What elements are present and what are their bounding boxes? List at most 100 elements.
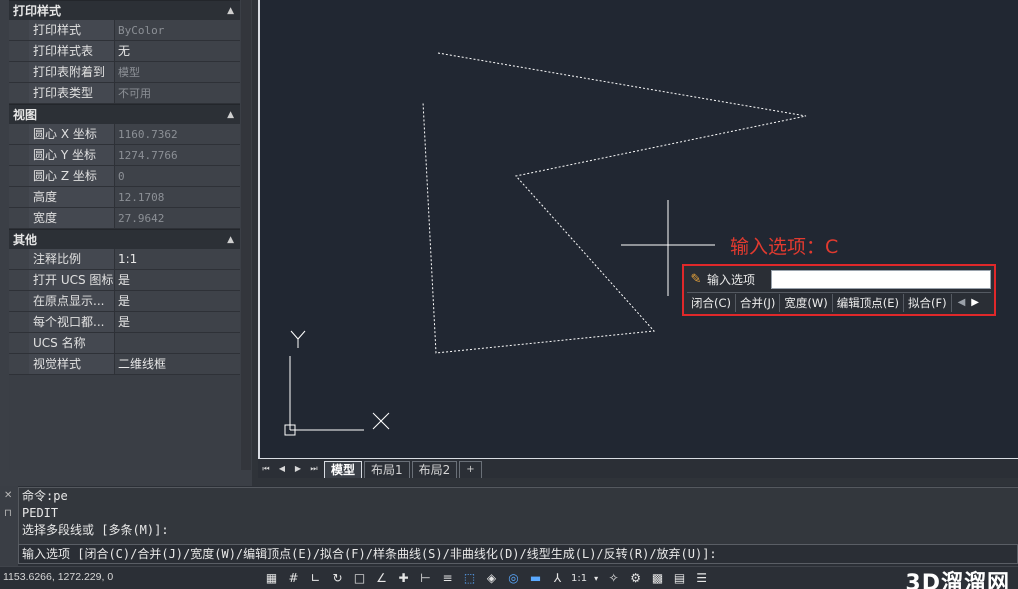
property-value[interactable]: 0 — [115, 166, 240, 186]
row-gutter — [9, 249, 29, 269]
property-value[interactable]: 模型 — [115, 62, 240, 82]
annotation-icon[interactable]: ⅄ — [549, 570, 566, 587]
grid-icon[interactable]: # — [285, 570, 302, 587]
layout-tabs-bar: ⏮ ◀ ▶ ⏭ 模型 布局1 布局2 + — [258, 458, 1018, 478]
property-row[interactable]: 打开 UCS 图标是 — [9, 270, 240, 291]
option-button[interactable]: 合并(J) — [736, 293, 781, 312]
prompt-annotation: 输入选项：C — [730, 236, 839, 258]
dynamic-input-options: 闭合(C) 合并(J) 宽度(W) 编辑顶点(E) 拟合(F) ◀ ▶ — [687, 292, 991, 312]
snap-tracking-icon[interactable]: ⊢ — [417, 570, 434, 587]
history-line: PEDIT — [22, 506, 59, 520]
layers-icon[interactable]: ◈ — [483, 570, 500, 587]
section-header[interactable]: 打印样式 ▲ — [9, 0, 240, 20]
object-snap-icon[interactable]: ✚ — [395, 570, 412, 587]
annotation-scale[interactable]: 1:1 — [571, 570, 587, 587]
prev-tab-icon[interactable]: ◀ — [274, 460, 290, 478]
drawing-area[interactable]: 输入选项：C ✎ 输入选项 闭合(C) 合并(J) 宽度(W) 编辑顶点(E) 拟合(F… — [258, 0, 1018, 458]
close-icon[interactable]: ✕ — [4, 490, 12, 501]
menu-icon[interactable]: ☰ — [693, 570, 710, 587]
collapse-icon[interactable]: ▲ — [227, 230, 234, 250]
property-row[interactable]: 打印样式表无 — [9, 41, 240, 62]
property-row[interactable]: 每个视口都... 是 — [9, 312, 240, 333]
property-value[interactable]: 是 — [115, 270, 240, 290]
viewport-icon[interactable]: ▬ — [527, 570, 544, 587]
dynamic-input-label: 输入选项 — [707, 273, 756, 287]
option-button[interactable]: 拟合(F) — [904, 293, 952, 312]
property-name: 宽度 — [29, 208, 115, 228]
property-row[interactable]: 宽度 27.9642 — [9, 208, 240, 229]
row-gutter — [9, 83, 29, 103]
collapse-icon[interactable]: ▲ — [227, 1, 234, 21]
property-value[interactable]: 1160.7362 — [115, 124, 240, 144]
row-gutter — [9, 41, 29, 61]
property-row[interactable]: 高度 12.1708 — [9, 187, 240, 208]
row-gutter — [9, 145, 29, 165]
property-row[interactable]: 打印表附着到 模型 — [9, 62, 240, 83]
layout-tab[interactable]: 布局2 — [411, 461, 458, 478]
pin-icon[interactable]: ⊓ — [4, 508, 12, 519]
property-value[interactable]: 是 — [115, 312, 240, 332]
property-name: 圆心 Y 坐标 — [29, 145, 115, 165]
snap-icon[interactable]: ∟ — [307, 570, 324, 587]
options-left-icon[interactable]: ◀ — [958, 297, 966, 308]
options-right-icon[interactable]: ▶ — [971, 297, 979, 308]
tab-list: 模型 布局1 布局2 — [322, 461, 458, 478]
workspace-icon[interactable]: ✧ — [605, 570, 622, 587]
property-value[interactable]: ByColor — [115, 20, 240, 40]
hardware-icon[interactable]: ▤ — [671, 570, 688, 587]
settings-icon[interactable]: ⚙ — [627, 570, 644, 587]
first-tab-icon[interactable]: ⏮ — [258, 460, 274, 478]
property-row[interactable]: 打印表类型 不可用 — [9, 83, 240, 104]
pen-icon: ✎ — [690, 272, 702, 287]
last-tab-icon[interactable]: ⏭ — [306, 460, 322, 478]
option-button[interactable]: 编辑顶点(E) — [833, 293, 904, 312]
property-row[interactable]: 圆心 Z 坐标 0 — [9, 166, 240, 187]
ortho-icon[interactable]: □ — [351, 570, 368, 587]
dynamic-input-box: ✎ 输入选项 闭合(C) 合并(J) 宽度(W) 编辑顶点(E) 拟合(F) ◀ ▶ — [682, 264, 996, 316]
chevron-down-icon[interactable]: ▾ — [592, 570, 600, 587]
property-row[interactable]: UCS 名称 — [9, 333, 240, 354]
model-space-icon[interactable]: ▦ — [263, 570, 280, 587]
section-header[interactable]: 视图 ▲ — [9, 104, 240, 124]
property-value[interactable]: 27.9642 — [115, 208, 240, 228]
property-row[interactable]: 圆心 X 坐标 1160.7362 — [9, 124, 240, 145]
property-row[interactable]: 圆心 Y 坐标 1274.7766 — [9, 145, 240, 166]
zoom-icon[interactable]: ◎ — [505, 570, 522, 587]
property-value[interactable] — [115, 333, 240, 353]
row-gutter — [9, 208, 29, 228]
row-gutter — [9, 291, 29, 311]
property-name: UCS 名称 — [29, 333, 115, 353]
section-title: 视图 — [13, 108, 38, 122]
property-row[interactable]: 视觉样式 二维线框 — [9, 354, 240, 375]
command-input[interactable]: 输入选项 [闭合(C)/合并(J)/宽度(W)/编辑顶点(E)/拟合(F)/样条… — [18, 544, 1018, 564]
property-value[interactable]: 1:1 — [115, 249, 240, 269]
properties-scrollbar[interactable] — [241, 0, 251, 470]
option-button[interactable]: 闭合(C) — [687, 293, 737, 312]
layout-tab[interactable]: 布局1 — [364, 461, 410, 478]
property-value[interactable]: 1274.7766 — [115, 145, 240, 165]
section-header[interactable]: 其他 ▲ — [9, 229, 240, 249]
status-toggles: ▦ # ∟ ↻ □ ∠ ✚ ⊢ ≡ ⬚ ◈ ◎ ▬ ⅄ 1:1 ▾ ✧ ⚙ ▩ … — [263, 569, 715, 587]
dynamic-input-icon[interactable]: ↻ — [329, 570, 346, 587]
property-value[interactable]: 是 — [115, 291, 240, 311]
property-row[interactable]: 打印样式 ByColor — [9, 20, 240, 41]
add-layout-button[interactable]: + — [459, 461, 482, 478]
property-value[interactable]: 12.1708 — [115, 187, 240, 207]
option-button[interactable]: 宽度(W) — [780, 293, 833, 312]
layout-tab[interactable]: 模型 — [324, 461, 363, 478]
isolate-icon[interactable]: ▩ — [649, 570, 666, 587]
property-name: 每个视口都... — [29, 312, 115, 332]
property-value[interactable]: 不可用 — [115, 83, 240, 103]
next-tab-icon[interactable]: ▶ — [290, 460, 306, 478]
property-row[interactable]: 注释比例 1:1 — [9, 249, 240, 270]
polar-icon[interactable]: ∠ — [373, 570, 390, 587]
property-value[interactable]: 二维线框 — [115, 354, 240, 374]
property-value[interactable]: 无 — [115, 41, 240, 61]
selection-cycling-icon[interactable]: ⬚ — [461, 570, 478, 587]
dynamic-input-field[interactable] — [771, 270, 991, 289]
property-row[interactable]: 在原点显示... 是 — [9, 291, 240, 312]
history-line: 命令:pe — [22, 489, 68, 503]
collapse-icon[interactable]: ▲ — [227, 105, 234, 125]
command-window: ✕ ⊓ 命令:pe PEDIT 选择多段线或 [多条(M)]: 输入选项 [闭合(C… — [0, 486, 1018, 566]
lineweight-icon[interactable]: ≡ — [439, 570, 456, 587]
